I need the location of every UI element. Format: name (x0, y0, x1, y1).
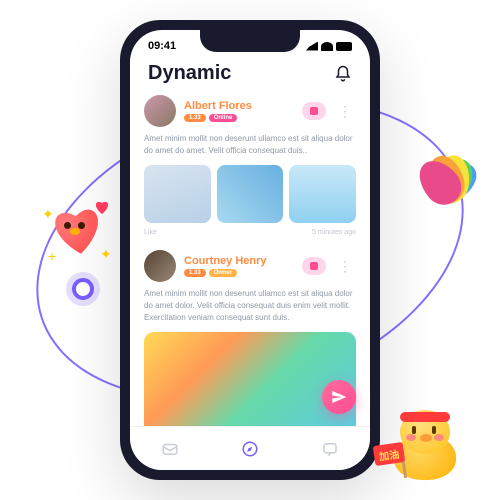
rainbow-flower-decoration (416, 146, 482, 212)
orbit-dot (72, 278, 94, 300)
post-header: Albert Flores 1.33 Online ⋮ (144, 95, 356, 127)
gift-button[interactable] (302, 102, 326, 120)
signal-icon (306, 42, 318, 51)
post-timestamp: 5 minutes ago (312, 229, 356, 236)
avatar[interactable] (144, 95, 176, 127)
compass-icon (241, 440, 259, 458)
post-item[interactable]: Albert Flores 1.33 Online ⋮ Amet minim m… (144, 95, 356, 236)
post-footer: Like 5 minutes ago (144, 229, 356, 236)
post-image[interactable] (289, 165, 356, 223)
more-button[interactable]: ⋮ (334, 258, 356, 275)
phone-notch (200, 30, 300, 52)
chat-icon (321, 440, 339, 458)
page-title: Dynamic (148, 62, 231, 85)
nav-discover[interactable] (240, 439, 260, 459)
mascot-flag: 加油 (373, 442, 405, 466)
gift-icon (310, 262, 318, 270)
post-text: Amet minim mollit non deserunt ullamco e… (144, 133, 356, 157)
mascot-flag-text: 加油 (378, 445, 400, 463)
battery-icon (336, 42, 352, 51)
nav-home[interactable] (160, 439, 180, 459)
post-gallery (144, 165, 356, 223)
post-header: Courtney Henry 1.33 Owner ⋮ (144, 250, 356, 282)
status-time: 09:41 (148, 40, 176, 52)
send-icon (331, 389, 347, 405)
level-badge: 1.33 (184, 269, 206, 277)
phone-screen: 09:41 Dynamic Albert Flores 1. (130, 30, 370, 470)
post-author-name[interactable]: Courtney Henry (184, 255, 294, 267)
mascot-decoration: 加油 (380, 404, 470, 494)
post-author-name[interactable]: Albert Flores (184, 100, 294, 112)
like-button[interactable]: Like (144, 229, 157, 236)
wifi-icon (321, 42, 333, 51)
post-text: Amet minim mollit non deserunt ullamco e… (144, 288, 356, 324)
nav-messages[interactable] (320, 439, 340, 459)
post-image[interactable] (144, 165, 211, 223)
post-item[interactable]: Courtney Henry 1.33 Owner ⋮ Amet minim m… (144, 250, 356, 442)
status-badge: Owner (209, 269, 238, 277)
compose-fab[interactable] (322, 380, 356, 414)
bell-icon (334, 65, 352, 83)
heart-emoji-decoration: ✦✦+ (42, 196, 114, 268)
gift-icon (310, 107, 318, 115)
phone-frame: 09:41 Dynamic Albert Flores 1. (120, 20, 380, 480)
bottom-nav (130, 426, 370, 470)
level-badge: 1.33 (184, 114, 206, 122)
page-header: Dynamic (130, 56, 370, 95)
status-badge: Online (209, 114, 238, 122)
notifications-button[interactable] (334, 65, 352, 83)
envelope-icon (161, 440, 179, 458)
status-icons (306, 42, 352, 51)
gift-button[interactable] (302, 257, 326, 275)
avatar[interactable] (144, 250, 176, 282)
more-button[interactable]: ⋮ (334, 103, 356, 120)
post-image[interactable] (217, 165, 284, 223)
